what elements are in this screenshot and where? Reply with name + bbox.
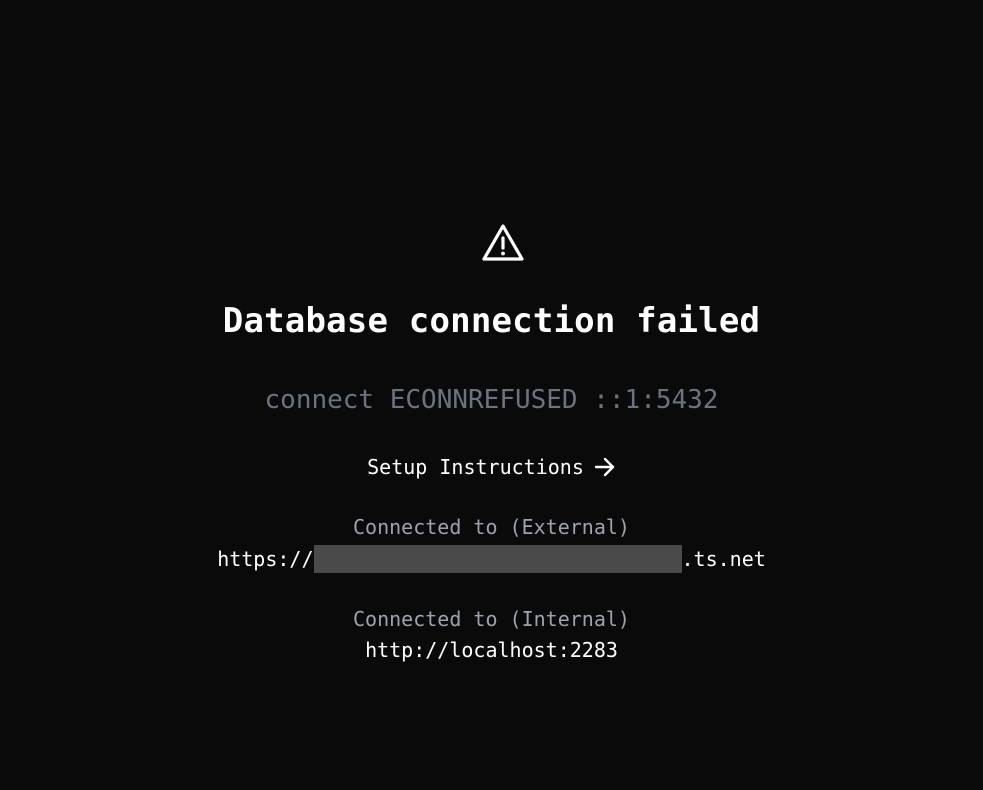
internal-connection-url: http://localhost:2283 bbox=[365, 638, 618, 662]
external-connection-url: https:// .ts.net bbox=[0, 545, 983, 573]
arrow-right-icon bbox=[594, 457, 615, 477]
setup-instructions-link[interactable]: Setup Instructions bbox=[0, 453, 983, 481]
redacted-hostname bbox=[313, 545, 682, 573]
error-message: connect ECONNREFUSED ::1:5432 bbox=[264, 385, 719, 415]
setup-instructions-label: Setup Instructions bbox=[367, 455, 584, 479]
internal-connection-label: Connected to (Internal) bbox=[353, 607, 630, 631]
external-url-prefix: https:// bbox=[217, 547, 314, 571]
external-connection-label: Connected to (External) bbox=[353, 515, 630, 539]
warning-triangle-icon bbox=[482, 224, 524, 261]
external-url-suffix: .ts.net bbox=[681, 547, 766, 571]
error-title: Database connection failed bbox=[222, 301, 761, 341]
